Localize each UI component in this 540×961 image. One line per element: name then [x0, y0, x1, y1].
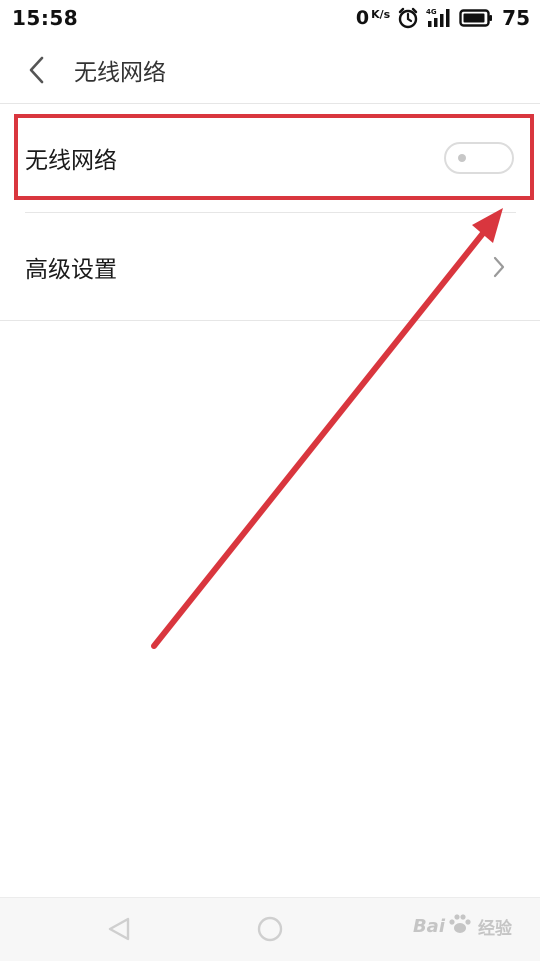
network-speed-unit: K/s [371, 8, 391, 21]
alarm-clock-icon [397, 7, 419, 29]
advanced-settings-label: 高级设置 [25, 257, 117, 283]
paw-icon [447, 912, 473, 941]
status-icons: 0 K/s 4G 75 [356, 6, 530, 30]
wifi-setting-row[interactable]: 无线网络 [0, 104, 540, 212]
back-button[interactable] [16, 50, 56, 90]
network-type-label: 4G [426, 8, 437, 16]
status-time: 15:58 [12, 6, 79, 30]
network-speed-value: 0 [355, 7, 370, 29]
battery-level: 75 [502, 6, 530, 30]
navigation-bar: Bai 经验 [0, 897, 540, 961]
nav-home-icon[interactable] [257, 916, 283, 946]
title-bar: 无线网络 [0, 36, 540, 104]
battery-icon [459, 9, 493, 27]
chevron-left-icon [29, 56, 44, 84]
watermark: Bai 经验 [413, 912, 512, 941]
network-speed: 0 K/s [356, 7, 390, 29]
toggle-knob [458, 154, 466, 162]
wifi-setting-label: 无线网络 [25, 148, 117, 174]
chevron-right-icon [492, 255, 506, 279]
page-title: 无线网络 [74, 60, 166, 86]
advanced-settings-row[interactable]: 高级设置 [0, 213, 540, 321]
status-bar: 15:58 0 K/s 4G 75 [0, 0, 540, 36]
watermark-brand-left: Bai [412, 916, 445, 937]
nav-back-icon[interactable] [106, 916, 132, 946]
signal-strength-icon: 4G [426, 7, 452, 29]
watermark-brand-right: 经验 [478, 919, 512, 939]
wifi-toggle[interactable] [444, 142, 514, 174]
divider [0, 320, 540, 321]
